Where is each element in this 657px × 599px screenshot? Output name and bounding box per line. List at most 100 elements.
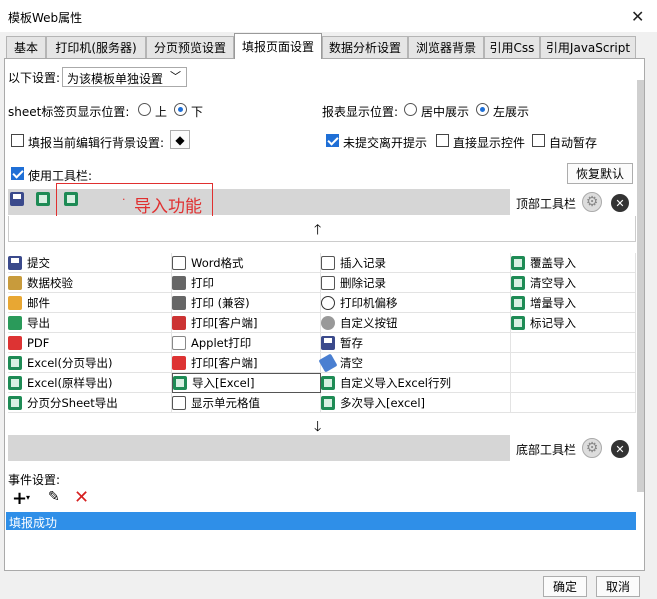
title-bar [0, 0, 657, 32]
tab-ref-js[interactable]: 引用JavaScript [540, 36, 636, 58]
tab-browser-bg[interactable]: 浏览器背景 [408, 36, 484, 58]
sheet-pos-top-label: 上 [155, 105, 168, 119]
toolbar-option-label: 清空 [340, 355, 363, 370]
chevron-down-icon[interactable]: ﹀ [170, 68, 181, 84]
excel-icon [8, 375, 22, 390]
tab-page-preview[interactable]: 分页预览设置 [146, 36, 234, 58]
tab-ref-css[interactable]: 引用Css [484, 36, 540, 58]
toolbar-option[interactable]: 插入记录 [321, 253, 511, 273]
report-pos-center-radio[interactable] [404, 103, 417, 116]
empty-cell [511, 373, 636, 393]
tab-printer-server[interactable]: 打印机(服务器) [46, 36, 146, 58]
toolbar-option[interactable]: Applet打印 [172, 333, 321, 353]
toolbar-option[interactable]: 提交 [8, 253, 172, 273]
excel-icon [511, 295, 525, 310]
edit-icon[interactable]: ✎ [48, 489, 60, 505]
toolbar-option[interactable]: 打印机偏移 [321, 293, 511, 313]
delete-icon[interactable]: ✕ [74, 487, 89, 508]
annotation-text: 导入功能 [134, 197, 202, 217]
excel-icon [511, 275, 525, 290]
cancel-button[interactable]: 取消 [596, 576, 640, 597]
restore-default-button[interactable]: 恢复默认 [567, 163, 633, 184]
toolbar-option[interactable]: 清空 [318, 352, 511, 373]
tab-fill-page-settings[interactable]: 填报页面设置 [234, 33, 322, 59]
toolbar-option[interactable]: 多次导入[excel] [321, 393, 511, 413]
top-toolbar-clear-icon[interactable]: ✕ [611, 194, 629, 212]
tab-basic[interactable]: 基本 [6, 36, 46, 58]
toolbar-option[interactable]: 删除记录 [321, 273, 511, 293]
toolbar-option[interactable]: 增量导入 [511, 293, 636, 313]
toolbar-option[interactable]: 自定义按钮 [321, 313, 511, 333]
scrollbar[interactable] [637, 80, 644, 492]
sheet-pos-top-radio[interactable] [138, 103, 151, 116]
toolbar-option[interactable]: Excel(分页导出) [8, 353, 172, 373]
sheet-pos-label: sheet标签页显示位置: [8, 105, 130, 119]
use-toolbar-checkbox[interactable] [11, 167, 24, 180]
show-controls-label: 直接显示控件 [453, 136, 526, 150]
event-item[interactable]: 填报成功 [6, 512, 636, 530]
print-icon [172, 295, 186, 310]
events-label: 事件设置: [8, 473, 61, 487]
toolbar-option[interactable]: Word格式 [172, 253, 321, 273]
applet-icon [172, 335, 186, 350]
bottom-toolbar-clear-icon[interactable]: ✕ [611, 440, 629, 458]
close-icon[interactable]: ✕ [631, 7, 644, 26]
insert-row-icon [321, 255, 335, 270]
bucket-icon[interactable]: ◆ [170, 130, 190, 149]
report-pos-left-radio[interactable] [476, 103, 489, 116]
excel-icon [8, 395, 22, 410]
toolbar-option[interactable]: 清空导入 [511, 273, 636, 293]
autosave-checkbox[interactable] [532, 134, 545, 147]
arrow-up-icon[interactable]: 🡑 [314, 219, 321, 243]
toolbar-option[interactable]: 导入[Excel] [172, 373, 321, 393]
toolbar-option-label: 清空导入 [530, 275, 576, 290]
toolbar-option[interactable]: 打印[客户端] [172, 313, 321, 333]
delete-row-icon [321, 275, 335, 290]
add-icon[interactable]: + [12, 488, 27, 509]
sheet-pos-bottom-label: 下 [191, 105, 204, 119]
report-pos-label: 报表显示位置: [322, 105, 399, 119]
toolbar-option[interactable]: 显示单元格值 [172, 393, 321, 413]
sheet-pos-bottom-radio[interactable] [174, 103, 187, 116]
toolbar-option-label: Word格式 [191, 255, 244, 270]
toolbar-excel-icon[interactable] [36, 192, 55, 209]
excel-icon [321, 375, 335, 390]
excel-icon [511, 315, 525, 330]
fill-bg-checkbox[interactable] [11, 134, 24, 147]
toolbar-option[interactable]: 打印 (兼容) [172, 293, 321, 313]
settings-scope-select[interactable]: 为该模板单独设置 [62, 67, 187, 87]
toolbar-save-icon[interactable] [10, 192, 29, 209]
word-icon [172, 255, 186, 270]
toolbar-option-label: 标记导入 [530, 315, 576, 330]
toolbar-option[interactable]: 覆盖导入 [511, 253, 636, 273]
use-toolbar-label: 使用工具栏: [28, 169, 93, 183]
empty-cell [511, 353, 636, 373]
bottom-toolbar-gear-icon[interactable]: ⚙ [582, 438, 602, 458]
unsubmit-label: 未提交离开提示 [343, 136, 428, 150]
toolbar-option-label: 打印 [191, 275, 214, 290]
unsubmit-checkbox[interactable] [326, 134, 339, 147]
toolbar-option[interactable]: 标记导入 [511, 313, 636, 333]
print-pdf-icon [172, 315, 186, 330]
chevron-down-icon[interactable]: ▾ [26, 493, 30, 502]
toolbar-option[interactable]: 导出 [8, 313, 172, 333]
top-toolbar-gear-icon[interactable]: ⚙ [582, 192, 602, 212]
toolbar-option[interactable]: Excel(原样导出) [8, 373, 172, 393]
toolbar-option-label: Applet打印 [191, 335, 252, 350]
toolbar-option[interactable]: 打印 [172, 273, 321, 293]
show-controls-checkbox[interactable] [436, 134, 449, 147]
toolbar-option-label: 导入[Excel] [192, 376, 255, 390]
toolbar-option[interactable]: 分页分Sheet导出 [8, 393, 172, 413]
toolbar-option[interactable]: PDF [8, 333, 172, 353]
toolbar-option[interactable]: 数据校验 [8, 273, 172, 293]
tab-data-analysis[interactable]: 数据分析设置 [322, 36, 408, 58]
toolbar-option[interactable]: 自定义导入Excel行列 [321, 373, 511, 393]
pdf-icon [8, 335, 22, 350]
temp-save-icon [321, 335, 335, 350]
toolbar-option[interactable]: 暂存 [321, 333, 511, 353]
toolbar-option-label: 多次导入[excel] [340, 395, 426, 410]
ok-button[interactable]: 确定 [543, 576, 587, 597]
toolbar-option-label: 邮件 [27, 295, 50, 310]
toolbar-option[interactable]: 打印[客户端] [172, 353, 321, 373]
toolbar-option[interactable]: 邮件 [8, 293, 172, 313]
